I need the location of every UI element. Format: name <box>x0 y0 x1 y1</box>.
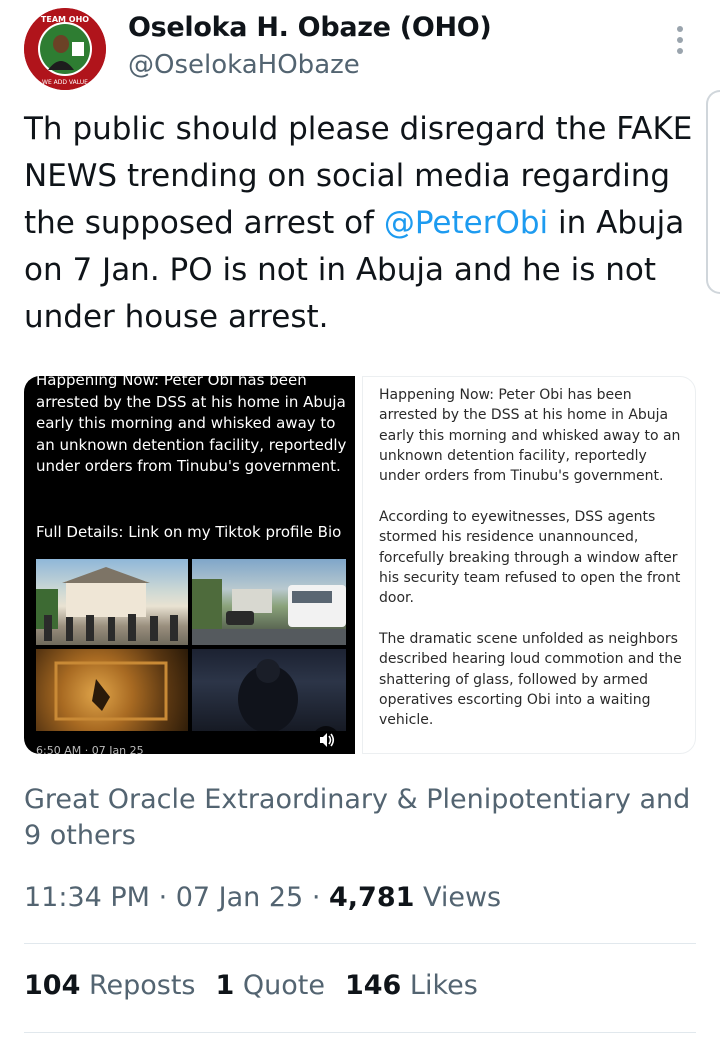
video-timestamp: 6:50 AM · 07 Jan 25 <box>36 744 144 754</box>
liked-by-line[interactable]: Great Oracle Extraordinary & Plenipotent… <box>24 782 704 854</box>
reposts-label: Reposts <box>80 970 196 1001</box>
author-name[interactable]: Oseloka H. Obaze (OHO) <box>128 12 492 43</box>
tweet-time[interactable]: 11:34 PM <box>24 882 150 913</box>
quotes-label: Quote <box>234 970 325 1001</box>
reposts-count: 104 <box>24 970 81 1001</box>
more-options-icon[interactable] <box>670 24 690 56</box>
image-paragraph-2: According to eyewitnesses, DSS agents st… <box>379 509 681 607</box>
volume-icon[interactable] <box>312 726 340 754</box>
views-count: 4,781 <box>328 882 415 913</box>
tweet-meta: 11:34 PM · 07 Jan 25 · 4,781 Views <box>24 882 501 913</box>
author-handle[interactable]: @OselokaHObaze <box>128 50 360 80</box>
video-details-line: Full Details: Link on my Tiktok profile … <box>36 523 342 541</box>
engagement-stats: 104 Reposts 1 Quote 146 Likes <box>24 970 478 1001</box>
image-media[interactable]: Happening Now: Peter Obi has been arrest… <box>362 376 696 754</box>
image-paragraph-1: Happening Now: Peter Obi has been arrest… <box>379 387 681 485</box>
likes-count: 146 <box>344 970 402 1001</box>
reposts-link[interactable]: 104 Reposts <box>24 970 196 1001</box>
video-media[interactable]: Happening Now: Peter Obi has been arrest… <box>24 376 355 754</box>
photo-house-crowd <box>36 559 188 645</box>
side-panel-edge <box>706 90 720 294</box>
views-label: Views <box>414 882 502 913</box>
image-paragraph-3: The dramatic scene unfolded as neighbors… <box>379 631 682 729</box>
tweet-date[interactable]: 07 Jan 25 <box>176 882 304 913</box>
tweet-text: Th public should please disregard the FA… <box>24 106 704 341</box>
photo-window <box>36 649 188 731</box>
mention-link[interactable]: @PeterObi <box>384 205 548 241</box>
avatar-ring-text-top: TEAM OHO <box>41 15 89 24</box>
likes-link[interactable]: 146 Likes <box>345 970 478 1001</box>
photo-vehicles <box>192 559 346 645</box>
media-gallery: Happening Now: Peter Obi has been arrest… <box>24 376 696 754</box>
quotes-count: 1 <box>215 970 235 1001</box>
meta-separator: · <box>303 882 329 913</box>
divider <box>24 1032 696 1033</box>
likes-label: Likes <box>401 970 478 1001</box>
quotes-link[interactable]: 1 Quote <box>216 970 325 1001</box>
divider <box>24 943 696 944</box>
meta-separator: · <box>149 882 176 913</box>
avatar-ring-text-bottom: WE ADD VALUE <box>42 79 88 86</box>
photo-night <box>192 649 346 731</box>
video-caption: Happening Now: Peter Obi has been arrest… <box>36 376 347 475</box>
avatar[interactable]: TEAM OHO WE ADD VALUE <box>24 8 106 90</box>
